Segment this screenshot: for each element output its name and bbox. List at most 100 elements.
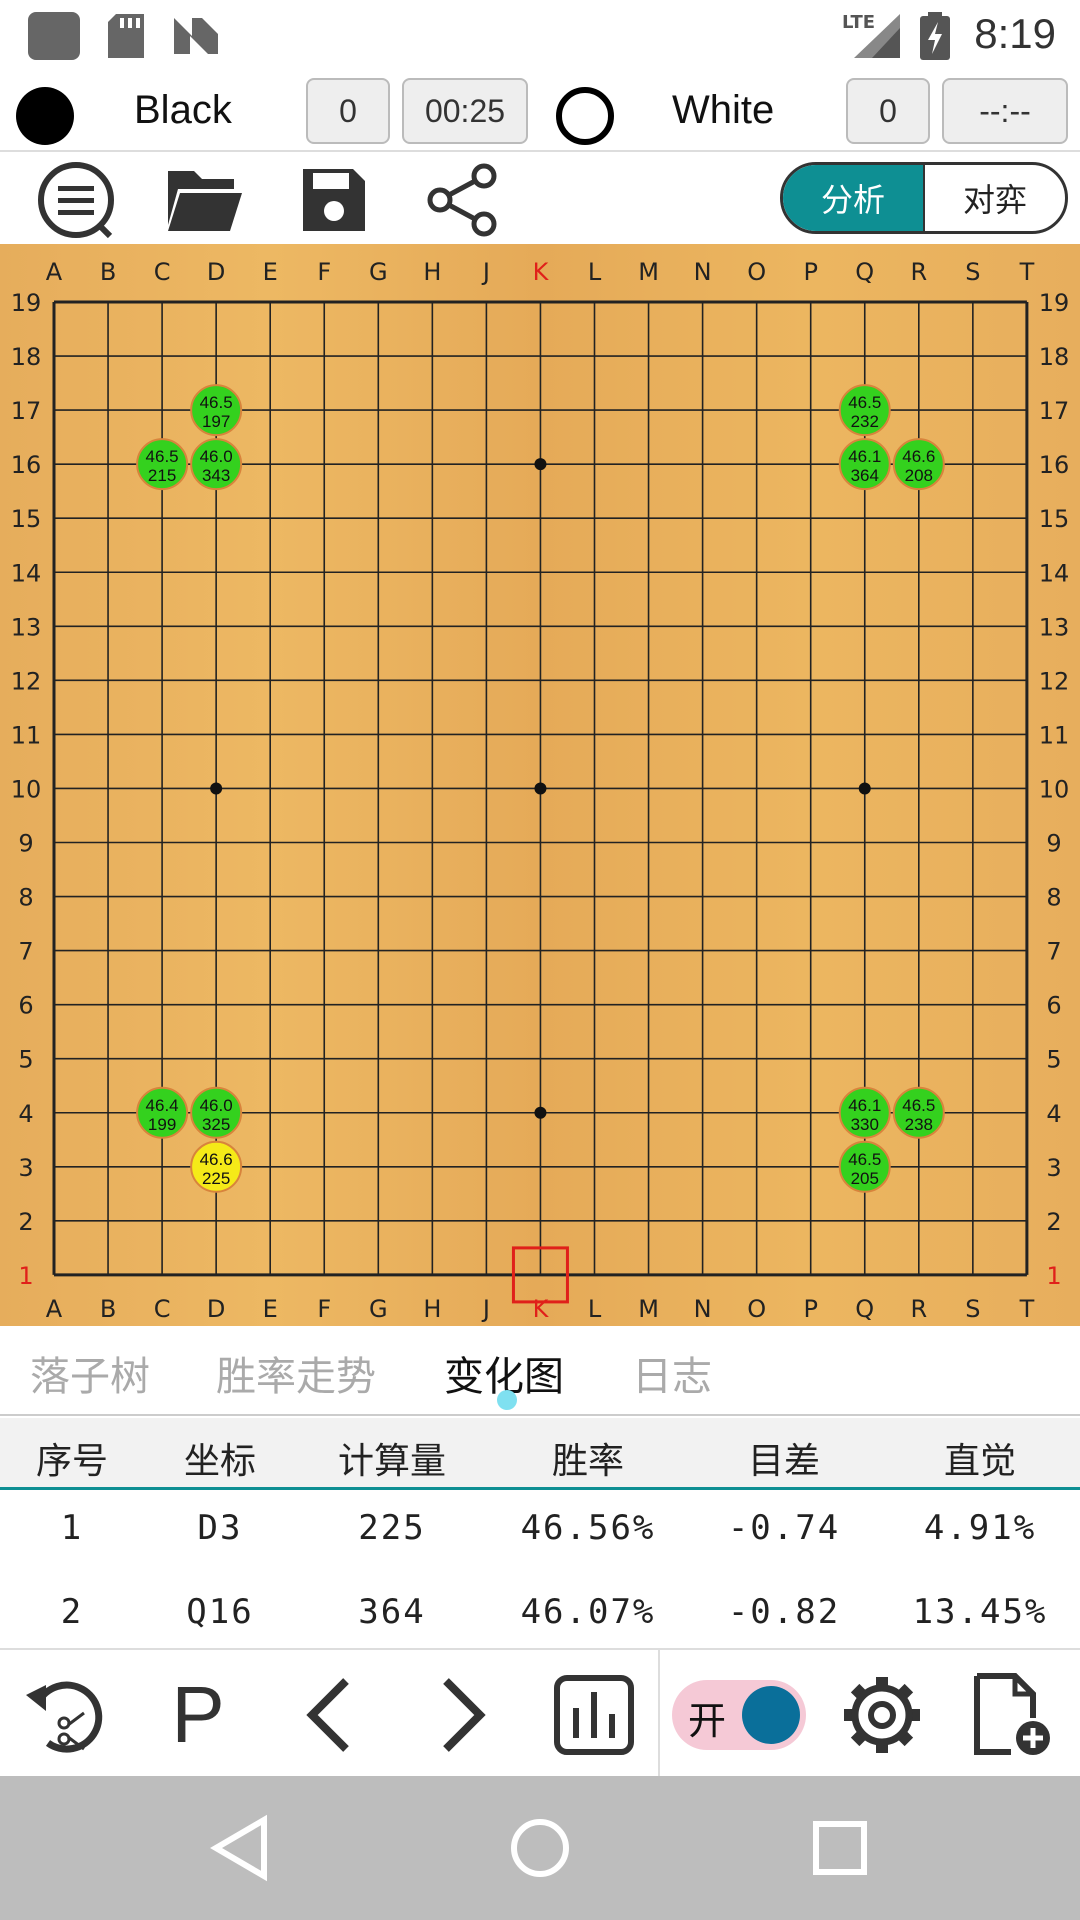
white-player-name: White xyxy=(672,88,775,132)
analysis-tabs: 落子树 胜率走势 变化图 日志 xyxy=(0,1326,1080,1416)
row-label: 4 xyxy=(1046,1100,1061,1128)
row-label: 16 xyxy=(1039,451,1070,479)
row-label: 5 xyxy=(18,1046,33,1074)
col-coord: 坐标 xyxy=(183,1441,256,1482)
candidate-winrate: 46.5 xyxy=(902,1096,935,1115)
star-point xyxy=(210,782,223,795)
next-button[interactable] xyxy=(416,1672,508,1758)
candidate-visits: 208 xyxy=(905,466,933,485)
candidate-winrate: 46.1 xyxy=(848,1096,881,1115)
switch-knob xyxy=(742,1686,800,1744)
row-label: 7 xyxy=(18,938,33,966)
table-row[interactable]: 1 D3 225 46.56% -0.74 4.91% xyxy=(0,1490,1080,1574)
settings-button[interactable] xyxy=(836,1672,928,1758)
column-label: P xyxy=(803,258,817,286)
menu-icon xyxy=(38,162,114,239)
analysis-switch[interactable]: 开 xyxy=(672,1680,806,1750)
open-button[interactable] xyxy=(162,160,246,240)
column-label: N xyxy=(694,1295,712,1323)
cell-winrate: 46.56% xyxy=(520,1508,656,1548)
back-button[interactable] xyxy=(204,1812,276,1884)
column-label: B xyxy=(100,258,116,286)
save-button[interactable] xyxy=(292,160,376,240)
candidate-winrate: 46.0 xyxy=(200,447,233,466)
row-label: 2 xyxy=(18,1208,33,1236)
column-label: G xyxy=(369,1295,388,1323)
column-label: S xyxy=(965,1295,980,1323)
column-label: F xyxy=(317,258,331,286)
chart-button[interactable] xyxy=(548,1672,640,1758)
pass-button[interactable]: P xyxy=(152,1670,244,1759)
table-row[interactable]: 2 Q16 364 46.07% -0.82 13.45% xyxy=(0,1574,1080,1648)
row-label: 6 xyxy=(18,992,33,1020)
mode-analyze-tab[interactable]: 分析 xyxy=(783,165,923,231)
board-grid[interactable]: AABBCCDDEEFFGGHHJJKKLLMMNNOOPPQQRRSSTT19… xyxy=(0,244,1080,1326)
candidate-winrate: 46.5 xyxy=(200,393,233,412)
candidate-visits: 205 xyxy=(851,1169,879,1188)
black-timer: 00:25 xyxy=(402,78,528,144)
row-label: 10 xyxy=(1039,775,1070,803)
back-icon xyxy=(210,1814,267,1882)
column-label: S xyxy=(965,258,980,286)
mode-play-tab[interactable]: 对弈 xyxy=(923,165,1065,231)
column-label: E xyxy=(263,258,278,286)
cell-coord: Q16 xyxy=(186,1592,254,1632)
column-label: A xyxy=(46,258,63,286)
column-label: A xyxy=(46,1295,63,1323)
column-label: F xyxy=(317,1295,331,1323)
row-label: 13 xyxy=(11,613,42,641)
star-point xyxy=(534,1106,547,1119)
column-label: Q xyxy=(855,1295,874,1323)
row-label: 13 xyxy=(1039,613,1070,641)
candidate-visits: 343 xyxy=(202,466,230,485)
table-body: 1 D3 225 46.56% -0.74 4.91% 2 Q16 364 46… xyxy=(0,1490,1080,1648)
cell-winrate: 46.07% xyxy=(520,1592,656,1632)
tab-log[interactable]: 日志 xyxy=(632,1344,712,1402)
tab-winrate-trend[interactable]: 胜率走势 xyxy=(216,1344,376,1402)
col-score: 目差 xyxy=(747,1441,820,1482)
tab-indicator xyxy=(497,1390,517,1410)
row-label: 10 xyxy=(11,775,42,803)
tab-move-tree[interactable]: 落子树 xyxy=(30,1344,150,1402)
row-label: 15 xyxy=(11,505,42,533)
candidate-winrate: 46.6 xyxy=(902,447,935,466)
row-label: 2 xyxy=(1046,1208,1061,1236)
switch-label: 开 xyxy=(688,1699,727,1743)
new-file-icon xyxy=(974,1673,1050,1755)
row-label: 18 xyxy=(1039,343,1070,371)
recents-button[interactable] xyxy=(804,1812,876,1884)
action-separator xyxy=(658,1650,660,1778)
black-stone-icon xyxy=(16,87,74,145)
candidate-visits: 330 xyxy=(851,1115,879,1134)
menu-button[interactable] xyxy=(34,160,118,240)
candidate-visits: 225 xyxy=(202,1169,230,1188)
candidate-visits: 197 xyxy=(202,412,230,431)
previous-button[interactable] xyxy=(284,1672,376,1758)
undo-cut-button[interactable] xyxy=(20,1672,112,1758)
status-bar: LTE 8:19 xyxy=(0,0,1080,72)
candidate-winrate: 46.5 xyxy=(848,393,881,412)
row-label: 15 xyxy=(1039,505,1070,533)
candidate-winrate: 46.6 xyxy=(200,1150,233,1169)
cell-score: -0.82 xyxy=(727,1592,841,1632)
column-label: T xyxy=(1019,1295,1035,1323)
chart-icon xyxy=(554,1675,634,1755)
column-label: O xyxy=(747,258,766,286)
row-label: 4 xyxy=(18,1100,33,1128)
column-label: K xyxy=(533,1295,550,1323)
share-button[interactable] xyxy=(420,160,504,240)
player-bar: Black 0 00:25 White 0 --:-- xyxy=(0,72,1080,152)
cell-coord: D3 xyxy=(197,1508,243,1548)
white-captures: 0 xyxy=(846,78,930,144)
pass-label: P xyxy=(171,1670,225,1759)
home-button[interactable] xyxy=(504,1812,576,1884)
new-file-button[interactable] xyxy=(966,1672,1058,1758)
row-label: 12 xyxy=(1039,667,1070,695)
go-board[interactable]: A A B B C C D D E E F F G G H H J J K K L L M M N N O O P P Q Q R R S S T T 19… xyxy=(0,244,1080,1326)
col-winrate: 胜率 xyxy=(551,1441,624,1482)
row-label: 17 xyxy=(1039,397,1070,425)
candidate-visits: 199 xyxy=(148,1115,176,1134)
candidate-winrate: 46.5 xyxy=(146,447,179,466)
column-label: L xyxy=(588,1295,602,1323)
column-label: B xyxy=(100,1295,116,1323)
